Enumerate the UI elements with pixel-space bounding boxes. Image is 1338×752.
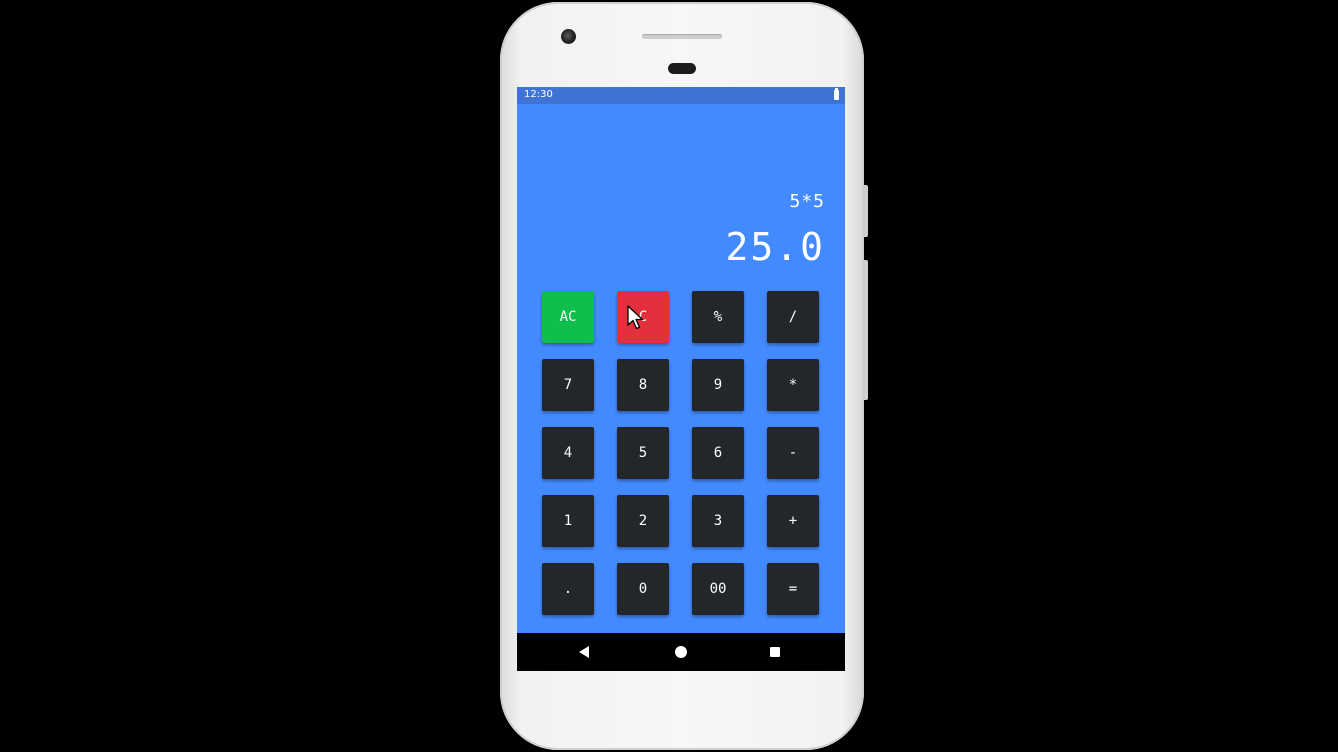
home-icon[interactable] [675, 646, 687, 658]
clear-all-button[interactable]: AC [542, 291, 594, 343]
power-button [864, 185, 868, 237]
subtract-button[interactable]: - [767, 427, 819, 479]
digit-1-button[interactable]: 1 [542, 495, 594, 547]
digit-4-button[interactable]: 4 [542, 427, 594, 479]
expression-display: 5*5 [789, 191, 825, 212]
status-time: 12:30 [524, 89, 553, 100]
digit-0-button[interactable]: 0 [617, 563, 669, 615]
result-display: 25.0 [725, 225, 825, 269]
digit-3-button[interactable]: 3 [692, 495, 744, 547]
decimal-point-button[interactable]: . [542, 563, 594, 615]
earpiece-speaker [642, 34, 722, 39]
add-button[interactable]: + [767, 495, 819, 547]
double-zero-button[interactable]: 00 [692, 563, 744, 615]
digit-8-button[interactable]: 8 [617, 359, 669, 411]
digit-9-button[interactable]: 9 [692, 359, 744, 411]
app-screen: 12:30 5*5 25.0 AC C % / 7 8 9 * 4 5 6 - … [517, 87, 845, 671]
percent-button[interactable]: % [692, 291, 744, 343]
digit-7-button[interactable]: 7 [542, 359, 594, 411]
battery-icon [834, 88, 839, 100]
divide-button[interactable]: / [767, 291, 819, 343]
front-camera-icon [561, 29, 576, 44]
proximity-sensor [668, 63, 696, 74]
multiply-button[interactable]: * [767, 359, 819, 411]
back-icon[interactable] [579, 646, 589, 658]
mouse-pointer-icon [627, 305, 644, 330]
navigation-bar [517, 633, 845, 671]
digit-2-button[interactable]: 2 [617, 495, 669, 547]
volume-rocker [864, 260, 868, 400]
recents-icon[interactable] [770, 647, 780, 657]
equals-button[interactable]: = [767, 563, 819, 615]
digit-5-button[interactable]: 5 [617, 427, 669, 479]
status-bar: 12:30 [517, 87, 845, 104]
digit-6-button[interactable]: 6 [692, 427, 744, 479]
